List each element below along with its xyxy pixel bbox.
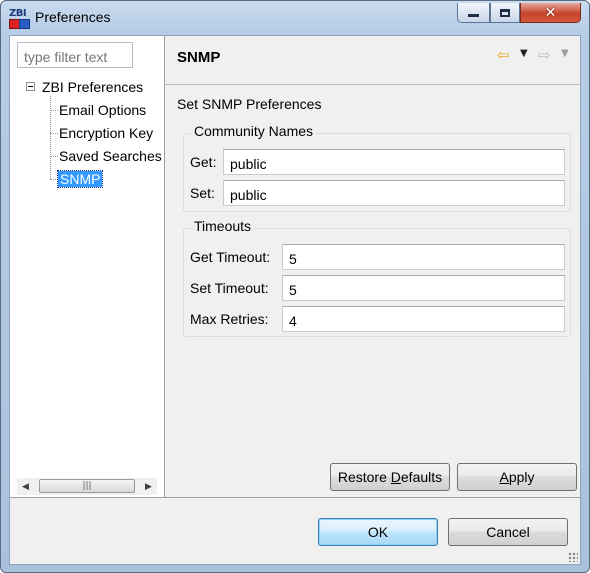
app-icon-blue-square [19, 19, 30, 29]
scroll-right-icon[interactable]: ▶ [140, 478, 157, 495]
page-title: SNMP [177, 49, 221, 66]
tree-item-email-options[interactable]: Email Options [59, 102, 146, 118]
minimize-button[interactable] [457, 3, 490, 23]
max-retries-label: Max Retries: [190, 311, 269, 327]
preference-tree-panel: ZBI Preferences Email Options Encryption… [10, 36, 165, 497]
preference-page-panel: SNMP ⇦ ▼ ⇨ ▼ Set SNMP Preferences Commun… [165, 36, 580, 497]
restore-defaults-label: Restore Defaults [337, 469, 443, 485]
back-menu-chevron-down-icon[interactable]: ▼ [520, 48, 528, 59]
apply-label: Apply [499, 469, 535, 485]
scroll-left-icon[interactable]: ◀ [17, 478, 34, 495]
forward-menu-chevron-down-icon[interactable]: ▼ [561, 48, 569, 59]
page-description: Set SNMP Preferences [177, 96, 322, 112]
app-icon-text: ZBI [9, 8, 27, 19]
max-retries-input[interactable] [282, 306, 565, 332]
zbi-app-icon: ZBI [9, 8, 31, 29]
cancel-button[interactable]: Cancel [448, 518, 568, 546]
maximize-icon [500, 8, 510, 17]
apply-button[interactable]: Apply [457, 463, 577, 491]
tree-item-zbi-preferences[interactable]: ZBI Preferences [42, 79, 143, 95]
tree-item-encryption-key[interactable]: Encryption Key [59, 125, 153, 141]
dialog-client-area: ZBI Preferences Email Options Encryption… [9, 35, 581, 565]
set-timeout-input[interactable] [282, 275, 565, 301]
button-bar-separator [10, 497, 580, 498]
tree-connector-branch [50, 110, 58, 111]
tree-connector-line [50, 96, 51, 179]
community-names-title: Community Names [192, 123, 316, 139]
get-timeout-input[interactable] [282, 244, 565, 270]
tree-item-snmp[interactable]: SNMP [56, 170, 104, 188]
back-arrow-icon[interactable]: ⇦ [497, 46, 517, 64]
get-timeout-label: Get Timeout: [190, 249, 271, 265]
restore-defaults-button[interactable]: Restore Defaults [330, 463, 450, 491]
tree-horizontal-scrollbar[interactable]: ◀ ||| ▶ [17, 478, 157, 495]
preferences-window: ZBI Preferences ✕ ZBI Preferences Email … [0, 0, 590, 573]
timeouts-title: Timeouts [192, 218, 254, 234]
tree-collapse-icon[interactable] [26, 82, 35, 91]
minimize-icon [468, 14, 479, 17]
scrollbar-thumb[interactable]: ||| [39, 479, 135, 493]
tree-connector-branch [50, 156, 58, 157]
ok-button[interactable]: OK [318, 518, 438, 546]
set-label: Set: [190, 185, 215, 201]
title-bar[interactable]: ZBI Preferences ✕ [1, 1, 589, 35]
close-icon: ✕ [544, 4, 557, 21]
resize-grip-icon[interactable] [568, 552, 578, 562]
get-label: Get: [190, 154, 217, 170]
timeouts-group: Timeouts Get Timeout: Set Timeout: Max R… [183, 218, 571, 337]
filter-input[interactable] [17, 42, 133, 68]
window-title: Preferences [35, 9, 111, 25]
set-timeout-label: Set Timeout: [190, 280, 269, 296]
close-button[interactable]: ✕ [520, 3, 581, 23]
tree-item-saved-searches[interactable]: Saved Searches [59, 148, 162, 164]
maximize-button[interactable] [490, 3, 520, 23]
forward-arrow-icon[interactable]: ⇨ [538, 46, 558, 64]
tree-connector-branch [50, 179, 58, 180]
set-community-input[interactable] [223, 180, 565, 206]
tree-connector-branch [50, 133, 58, 134]
title-separator [165, 84, 580, 85]
community-names-group: Community Names Get: Set: [183, 123, 571, 212]
get-community-input[interactable] [223, 149, 565, 175]
